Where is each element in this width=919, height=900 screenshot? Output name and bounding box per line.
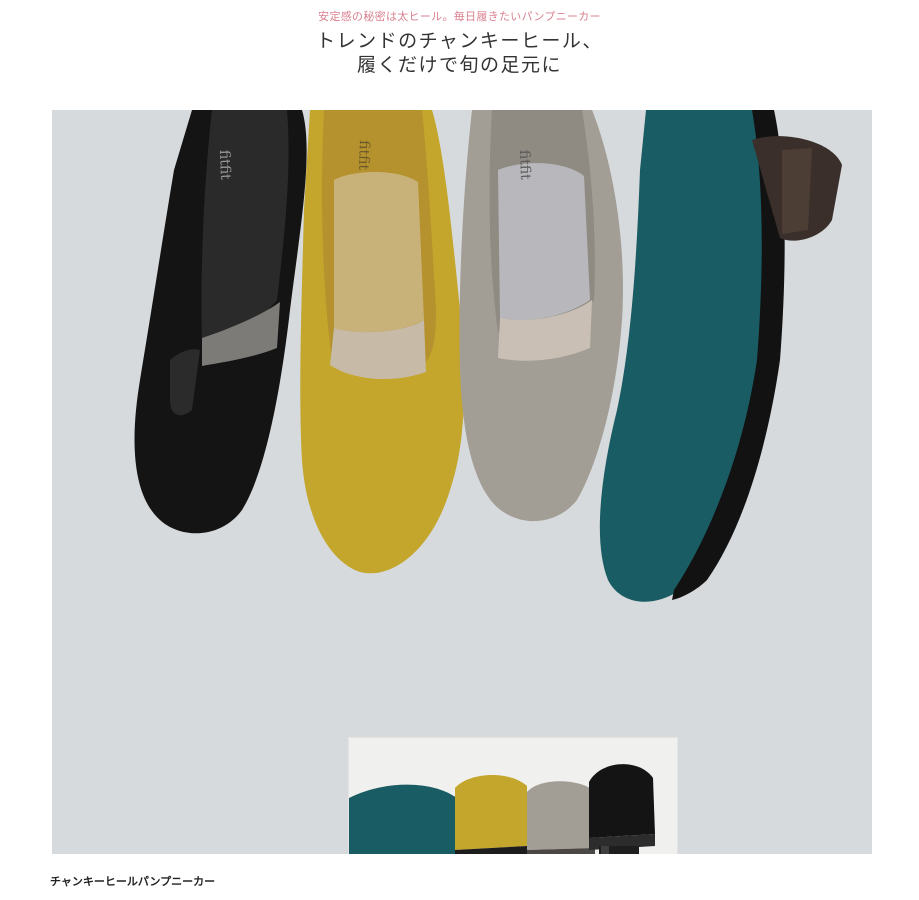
mustard-pump-brand-mark: fitfit (355, 140, 372, 171)
hero-product-image: fitfit fitfit fitfit (52, 110, 872, 854)
greige-pump-brand-mark: fitfit (516, 150, 533, 181)
heel-teal (349, 784, 459, 854)
heel-greige (527, 781, 595, 854)
inset-heel-image (349, 738, 677, 854)
heel-black (589, 764, 655, 854)
tagline: 安定感の秘密は太ヒール。毎日履きたいパンプニーカー (318, 10, 601, 23)
teal-pump (599, 110, 842, 602)
heel-mustard (455, 774, 527, 854)
headline: トレンドのチャンキーヒール、 履くだけで旬の足元に (0, 29, 919, 77)
mustard-pump: fitfit (300, 110, 464, 574)
heels-illustration (349, 764, 655, 854)
product-caption: チャンキーヒールパンプニーカー (50, 875, 216, 888)
headline-line-1: トレンドのチャンキーヒール、 (316, 30, 603, 52)
black-pump: fitfit (134, 110, 307, 534)
black-pump-brand-mark: fitfit (216, 150, 233, 181)
headline-line-2: 履くだけで旬の足元に (356, 54, 562, 76)
greige-pump: fitfit (459, 110, 623, 522)
